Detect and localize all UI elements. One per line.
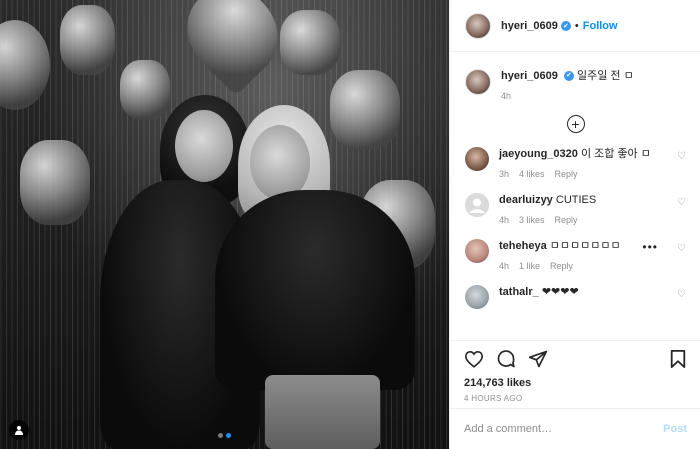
balloon-shape [60,5,115,75]
verified-badge-icon: ✔ [560,20,571,31]
person-right [215,190,415,390]
comment-item: tathalr_ ❤❤❤❤ ♡ [465,285,686,309]
comment-likes[interactable]: 1 like [519,261,540,271]
post-details-panel: hyeri_0609 ✔ • Follow hyeri_0609 ✔ 일주일 전… [449,0,700,449]
comment-item: teheheya ㅁㅁㅁㅁㅁㅁㅁ 4h 1 like Reply ••• ♡ [465,239,686,271]
caption-text: 일주일 전 ㅁ [577,70,634,82]
comment-text: ❤❤❤❤ [541,286,579,298]
balloon-shape [120,60,170,120]
post-comment-button[interactable]: Post [663,423,687,435]
heart-icon[interactable] [464,350,484,368]
add-comment-bar: Post [450,408,700,449]
comment-likes[interactable]: 3 likes [519,215,545,225]
reply-button[interactable]: Reply [555,215,578,225]
header-separator: • [574,19,579,32]
heart-icon[interactable]: ♡ [677,151,686,162]
comment-username[interactable]: jaeyoung_0320 [499,148,578,160]
load-more: + [465,101,686,147]
user-tag-icon [15,425,23,435]
heart-icon[interactable]: ♡ [677,289,686,300]
person-face [250,125,310,200]
comment-text: ㅁㅁㅁㅁㅁㅁㅁ [549,240,621,252]
user-tag-button[interactable] [9,420,29,440]
caption: hyeri_0609 ✔ 일주일 전 ㅁ 4h [465,69,686,101]
comment-age: 4h [499,261,510,271]
carousel-dot [218,433,223,438]
bookmark-icon[interactable] [669,349,687,369]
follow-button[interactable]: Follow [583,20,618,32]
heart-icon[interactable]: ♡ [677,197,686,208]
post-timestamp: 4 HOURS AGO [464,394,523,403]
comment-input[interactable] [464,423,664,435]
post-header: hyeri_0609 ✔ • Follow [450,0,700,52]
comment-age: 3h [499,169,510,179]
avatar[interactable] [465,147,489,171]
comment-username[interactable]: teheheya [499,240,547,252]
carousel-dot-active [226,433,231,438]
comment-item: dearluizyy CUTIES 4h 3 likes Reply ♡ [465,193,686,225]
caption-age: 4h [501,91,512,101]
comment-text: CUTIES [555,194,597,206]
avatar[interactable] [465,285,489,309]
verified-badge-icon: ✔ [563,71,574,82]
comment-bubble-icon[interactable] [496,349,516,369]
paper-plane-icon[interactable] [528,349,548,369]
balloon-shape [330,70,400,150]
avatar[interactable] [465,12,491,39]
avatar[interactable] [465,69,491,95]
avatar[interactable] [465,239,489,263]
reply-button[interactable]: Reply [550,261,573,271]
comment-text: 이 조합 좋아 ㅁ [580,148,651,160]
post-actions: 214,763 likes 4 HOURS AGO [450,340,700,403]
jeans [265,375,380,449]
more-options-icon[interactable]: ••• [642,240,658,254]
comment-age: 4h [499,215,510,225]
avatar[interactable] [465,193,489,217]
reply-button[interactable]: Reply [555,169,578,179]
default-avatar-icon [465,193,489,217]
caption-username[interactable]: hyeri_0609 [501,70,558,82]
carousel-indicator [218,433,231,438]
comments-list[interactable]: hyeri_0609 ✔ 일주일 전 ㅁ 4h + jaeyoung_0320 … [450,53,700,339]
balloon-shape [280,10,340,75]
balloon-shape [20,140,90,225]
comment-item: jaeyoung_0320 이 조합 좋아 ㅁ 3h 4 likes Reply… [465,147,686,179]
heart-icon[interactable]: ♡ [677,243,686,254]
header-username[interactable]: hyeri_0609 [501,20,558,32]
plus-circle-icon[interactable]: + [566,115,585,133]
comment-username[interactable]: dearluizyy [499,194,553,206]
comment-likes[interactable]: 4 likes [519,169,545,179]
likes-count[interactable]: 214,763 likes [464,377,687,389]
comment-username[interactable]: tathalr_ [499,286,539,298]
post-photo[interactable] [0,0,449,449]
person-face [175,110,233,182]
